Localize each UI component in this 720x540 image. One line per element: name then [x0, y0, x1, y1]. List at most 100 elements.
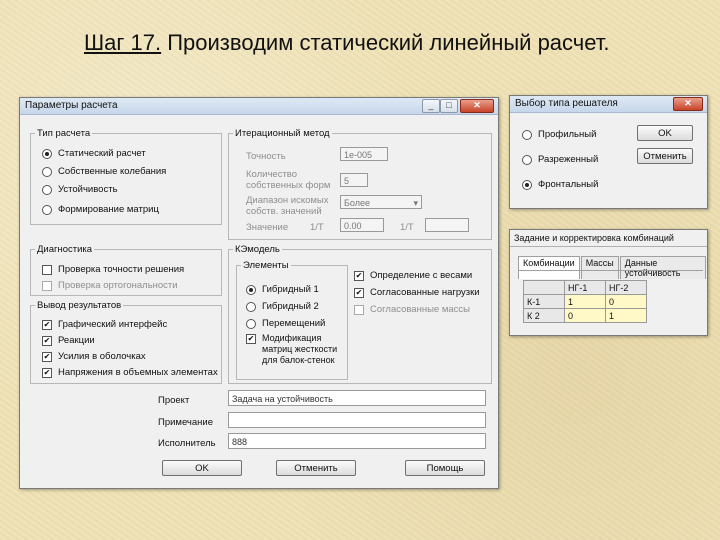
tab-combinations[interactable]: Комбинации — [518, 256, 580, 279]
table-row: К 2 0 1 — [523, 308, 647, 323]
solver-profile-radio[interactable]: Профильный — [522, 129, 596, 140]
value-label: Значение — [246, 222, 289, 233]
range-label: Диапазон искомых собств. значений — [246, 195, 329, 217]
calc-type-legend: Тип расчета — [37, 128, 91, 139]
combo-title: Задание и корректировка комбинаций — [514, 233, 674, 243]
note-input[interactable] — [228, 412, 486, 428]
slide-title: Шаг 17. Производим статический линейный … — [84, 30, 610, 56]
slide-title-text: Производим статический линейный расчет. — [161, 30, 610, 55]
element-displacement-radio[interactable]: Перемещений — [246, 318, 325, 329]
tab-masses[interactable]: Массы — [580, 256, 619, 279]
table-header-cell: НГ-2 — [605, 280, 647, 295]
consistent-loads-check[interactable]: ✔ Согласованные нагрузки — [354, 287, 480, 298]
radio-icon — [522, 154, 532, 165]
checkmark-icon: ✔ — [246, 334, 256, 344]
table-cell[interactable]: 1 — [605, 308, 647, 323]
checkbox-icon — [42, 280, 52, 291]
radio-icon — [246, 301, 256, 312]
slide-title-step: Шаг 17. — [84, 30, 162, 55]
output-shell-forces-check[interactable]: ✔ Усилия в оболочках — [42, 351, 146, 362]
table-header-cell: НГ-1 — [564, 280, 606, 295]
project-label: Проект — [158, 395, 190, 406]
table-cell[interactable]: 1 — [564, 294, 606, 309]
diag-accuracy-check[interactable]: Проверка точности решения — [42, 264, 184, 275]
radio-icon — [42, 166, 52, 177]
executor-input[interactable]: 888 — [228, 433, 486, 449]
iter-method-legend: Итерационный метод — [235, 128, 330, 139]
consistent-masses-check[interactable]: Согласованные массы — [354, 304, 470, 315]
value-input-2[interactable] — [425, 218, 469, 232]
calc-params-title: Параметры расчета — [25, 100, 118, 111]
fe-model-legend: КЭмодель — [235, 244, 280, 255]
cancel-button[interactable]: Отменить — [276, 460, 356, 476]
checkmark-icon: ✔ — [42, 367, 52, 378]
elements-legend: Элементы — [243, 260, 289, 271]
note-label: Примечание — [158, 417, 213, 428]
table-row: К-1 1 0 — [523, 294, 647, 309]
executor-label: Исполнитель — [158, 438, 216, 449]
calc-type-static[interactable]: Статический расчет — [42, 148, 146, 159]
element-hybrid2-radio[interactable]: Гибридный 2 — [246, 301, 319, 312]
radio-icon — [246, 284, 256, 295]
radio-icon — [42, 184, 52, 195]
close-icon[interactable]: ✕ — [460, 99, 494, 113]
solver-dialog: Выбор типа решателя ✕ Профильный Разреже… — [509, 95, 708, 209]
diag-orthogonality-check[interactable]: Проверка ортогональности — [42, 280, 178, 291]
solver-cancel-button[interactable]: Отменить — [637, 148, 693, 164]
modify-matrix-check[interactable]: ✔ Модификация матриц жесткости для балок… — [246, 333, 346, 366]
checkmark-icon: ✔ — [42, 335, 52, 346]
combo-header-line — [510, 246, 707, 247]
project-input[interactable]: Задача на устойчивость — [228, 390, 486, 406]
output-solid-stress-check[interactable]: ✔ Напряжения в объемных элементах — [42, 367, 218, 378]
checkmark-icon: ✔ — [42, 351, 52, 362]
accuracy-input[interactable]: 1e-005 — [340, 147, 388, 161]
calc-type-matrices[interactable]: Формирование матриц — [42, 204, 159, 215]
chevron-down-icon: ▾ — [413, 198, 418, 208]
output-reactions-check[interactable]: ✔ Реакции — [42, 335, 95, 346]
help-button[interactable]: Помощь — [405, 460, 485, 476]
close-icon[interactable]: ✕ — [673, 97, 703, 111]
value-input[interactable]: 0.00 — [340, 218, 384, 232]
ok-button[interactable]: OK — [162, 460, 242, 476]
row-label: К 2 — [523, 308, 565, 323]
checkmark-icon: ✔ — [354, 270, 364, 281]
checkmark-icon: ✔ — [354, 287, 364, 298]
calc-params-titlebar: Параметры расчета _ □ ✕ — [20, 98, 498, 115]
value-unit-2: 1/T — [400, 222, 414, 233]
accuracy-label: Точность — [246, 151, 286, 162]
combo-table: НГ-1 НГ-2 К-1 1 0 К 2 0 1 — [523, 280, 647, 323]
element-hybrid1-radio[interactable]: Гибридный 1 — [246, 284, 319, 295]
count-label: Количество собственных форм — [246, 169, 331, 191]
checkbox-icon — [42, 264, 52, 275]
solver-frontal-radio[interactable]: Фронтальный — [522, 179, 598, 190]
calc-params-dialog: Параметры расчета _ □ ✕ Тип расчета Стат… — [19, 97, 499, 489]
checkmark-icon: ✔ — [42, 319, 52, 330]
diagnostics-legend: Диагностика — [37, 244, 93, 255]
table-header-row: НГ-1 НГ-2 — [523, 280, 647, 295]
maximize-icon[interactable]: □ — [440, 99, 458, 113]
solver-ok-button[interactable]: OK — [637, 125, 693, 141]
calc-type-stability[interactable]: Устойчивость — [42, 184, 118, 195]
table-cell[interactable]: 0 — [564, 308, 606, 323]
combo-panel: Задание и корректировка комбинаций Комби… — [509, 229, 708, 336]
minimize-icon[interactable]: _ — [422, 99, 440, 113]
radio-icon — [522, 129, 532, 140]
radio-icon — [42, 204, 52, 215]
value-unit-1: 1/T — [310, 222, 324, 233]
tab-stability-data[interactable]: Данные устойчивость — [619, 256, 706, 279]
solver-sparse-radio[interactable]: Разреженный — [522, 154, 598, 165]
calc-type-modes[interactable]: Собственные колебания — [42, 166, 166, 177]
count-input[interactable]: 5 — [340, 173, 368, 187]
combo-tabs: Комбинации Массы Данные устойчивость — [518, 256, 707, 279]
row-label: К-1 — [523, 294, 565, 309]
tab-body-line — [518, 270, 703, 271]
radio-icon — [42, 148, 52, 159]
solver-titlebar: Выбор типа решателя ✕ — [510, 96, 707, 113]
output-gui-check[interactable]: ✔ Графический интерфейс — [42, 319, 167, 330]
solver-title: Выбор типа решателя — [515, 98, 618, 109]
radio-icon — [522, 179, 532, 190]
radio-icon — [246, 318, 256, 329]
range-select[interactable]: Более ▾ — [340, 195, 422, 209]
weights-check[interactable]: ✔ Определение с весами — [354, 270, 472, 281]
table-cell[interactable]: 0 — [605, 294, 647, 309]
